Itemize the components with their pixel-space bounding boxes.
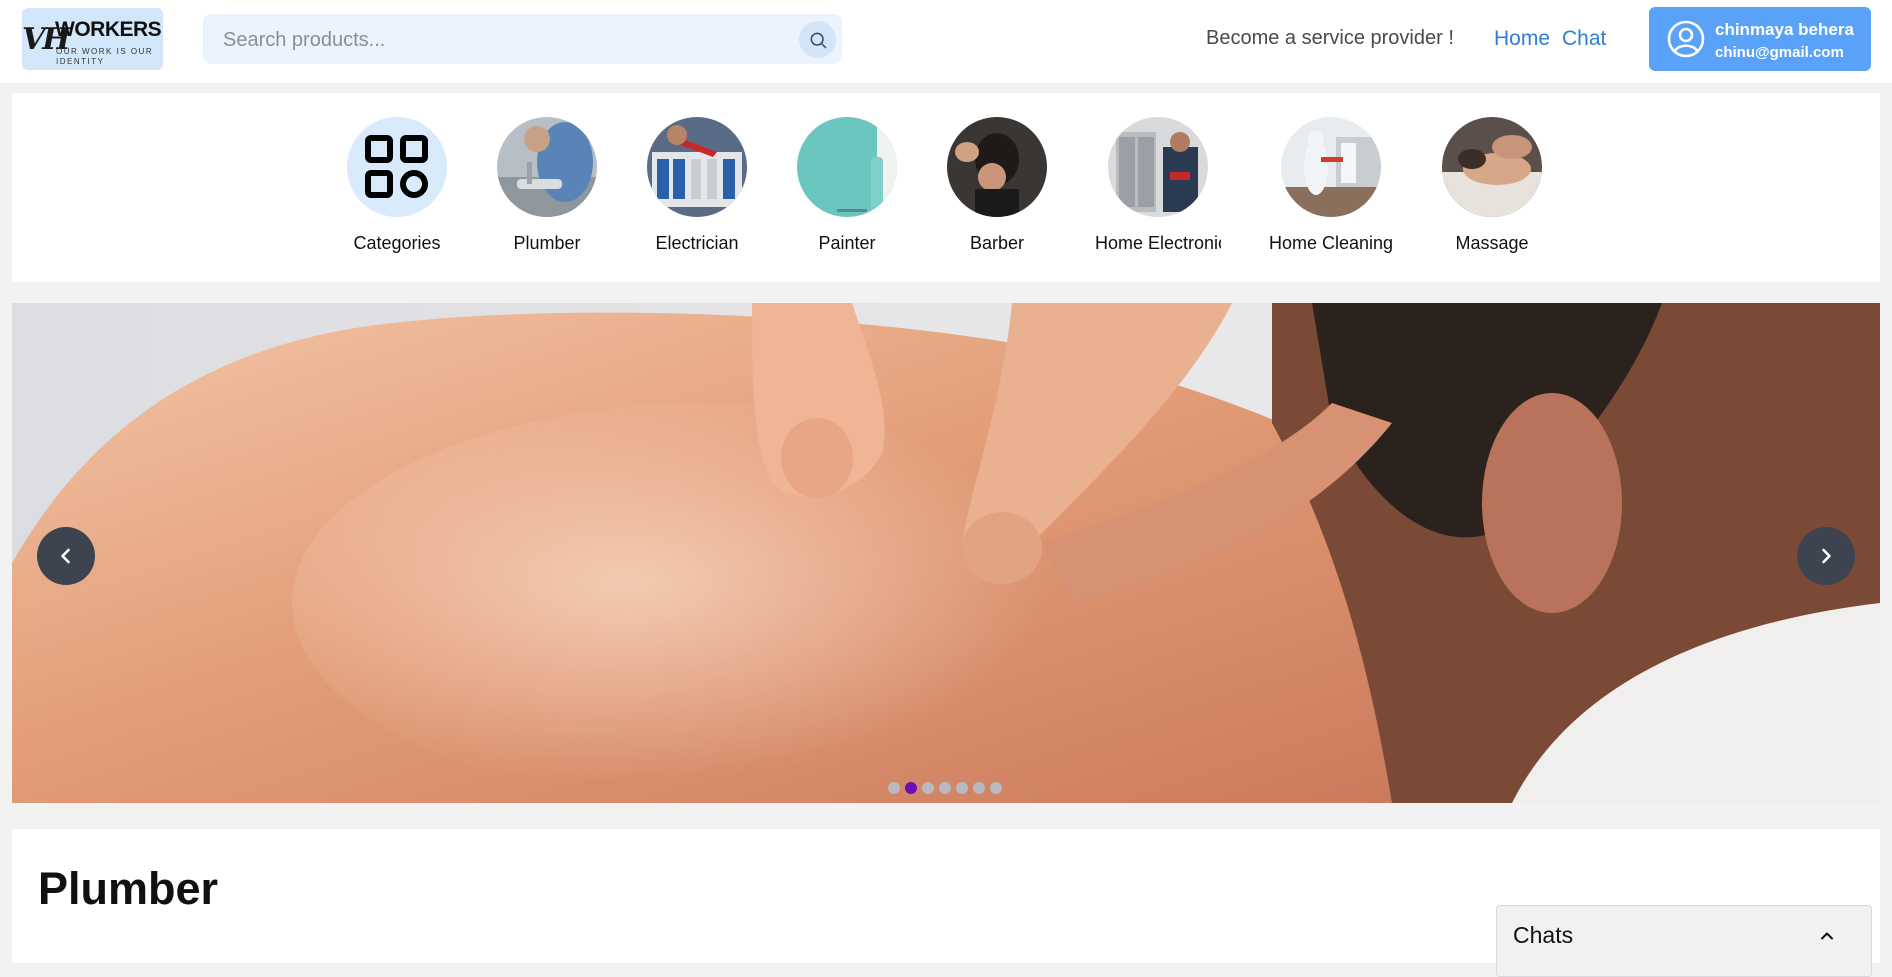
carousel-dot-active[interactable]: [905, 782, 917, 794]
carousel-prev-button[interactable]: [37, 527, 95, 585]
carousel-dot[interactable]: [888, 782, 900, 794]
search-icon: [810, 32, 826, 48]
category-thumb: [947, 117, 1047, 217]
category-label: Home Cleaning: [1268, 233, 1394, 253]
category-thumb: [1442, 117, 1542, 217]
search-button[interactable]: [799, 21, 836, 58]
barber-image: [947, 117, 1047, 217]
hero-carousel[interactable]: [12, 303, 1880, 803]
category-thumb: [797, 117, 897, 217]
become-provider-link[interactable]: Become a service provider !: [1206, 27, 1454, 50]
massage-banner-image: [12, 303, 1880, 803]
carousel-dot[interactable]: [973, 782, 985, 794]
carousel-dot[interactable]: [956, 782, 968, 794]
home-cleaning-image: [1281, 117, 1381, 217]
user-email: chinu@gmail.com: [1715, 44, 1844, 61]
chevron-right-icon: [1822, 548, 1831, 564]
section-title: Plumber: [38, 863, 219, 914]
top-header: VH WORKERS HIVE OUR WORK IS OUR IDENTITY…: [0, 0, 1892, 83]
electrician-image: [647, 117, 747, 217]
carousel-next-button[interactable]: [1797, 527, 1855, 585]
logo-tagline: OUR WORK IS OUR IDENTITY: [56, 47, 154, 66]
home-electronics-image: [1108, 117, 1208, 217]
category-label: Home Electronics: [1095, 233, 1221, 253]
category-label: Barber: [969, 233, 1025, 253]
chats-title: Chats: [1513, 922, 1574, 948]
plumber-image: [497, 117, 597, 217]
category-strip: Categories Plumber Electrician Painter B…: [12, 93, 1880, 282]
painter-image: [797, 117, 897, 217]
massage-image: [1442, 117, 1542, 217]
category-thumb: [647, 117, 747, 217]
chevron-up-icon[interactable]: [1819, 928, 1835, 944]
category-thumb: [1281, 117, 1381, 217]
category-label: Electrician: [655, 233, 739, 253]
category-label: Painter: [818, 233, 876, 253]
carousel-dot[interactable]: [922, 782, 934, 794]
carousel-indicators: [888, 782, 1002, 794]
chats-widget[interactable]: Chats: [1496, 905, 1872, 977]
nav-home-link[interactable]: Home: [1494, 27, 1550, 51]
category-thumb: [497, 117, 597, 217]
logo-name: WORKERS HIVE: [55, 18, 163, 41]
category-label: Plumber: [513, 233, 581, 253]
carousel-dot[interactable]: [990, 782, 1002, 794]
user-account-button[interactable]: chinmaya behera chinu@gmail.com: [1649, 7, 1871, 71]
category-thumb: [347, 117, 447, 217]
category-thumb: [1108, 117, 1208, 217]
logo[interactable]: VH WORKERS HIVE OUR WORK IS OUR IDENTITY: [22, 8, 163, 70]
search-bar: [203, 14, 842, 64]
search-input[interactable]: [221, 24, 785, 56]
nav-chat-link[interactable]: Chat: [1562, 27, 1606, 51]
carousel-dot[interactable]: [939, 782, 951, 794]
chevron-left-icon: [61, 548, 70, 564]
user-circle-icon: [1667, 20, 1705, 58]
user-name: chinmaya behera: [1715, 20, 1854, 39]
category-label: Massage: [1455, 233, 1529, 253]
grid-icon: [365, 135, 428, 198]
category-label: Categories: [353, 233, 441, 253]
